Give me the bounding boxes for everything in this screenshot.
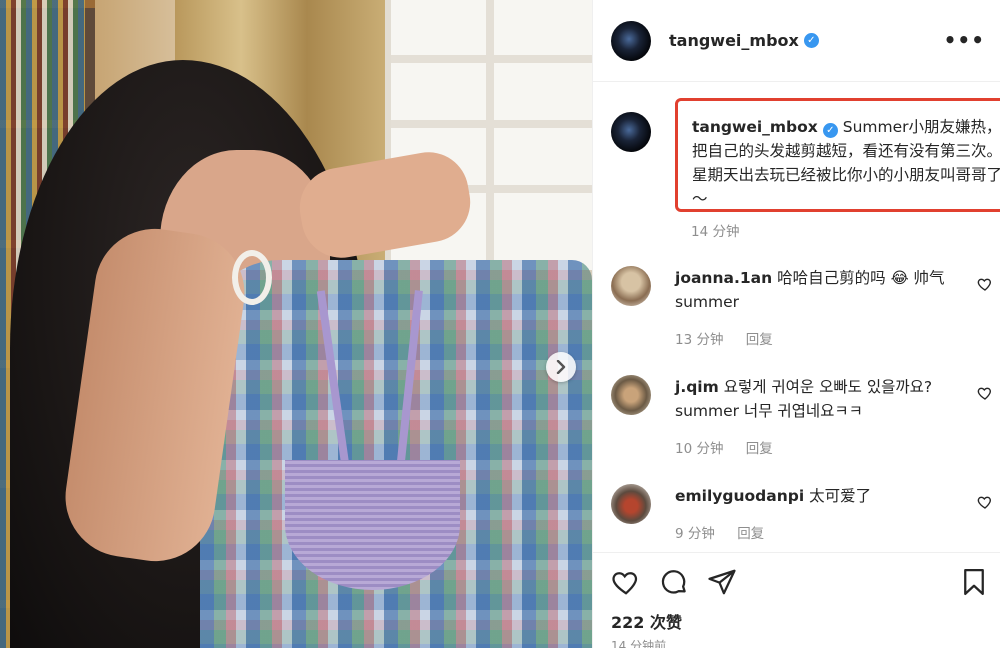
reply-button[interactable]: 回复 [746, 332, 773, 348]
commenter-avatar[interactable] [611, 375, 651, 415]
comment-meta: 13 分钟 回复 [675, 328, 791, 348]
comment-text: j.qim 요렇게 귀여운 오빠도 있을까요? summer 너무 귀엽네요ㅋㅋ [675, 375, 965, 423]
heart-icon[interactable] [611, 567, 641, 597]
caption-highlight-box: tangwei_mbox ✓ Summer小朋友嫌热，把自己的头发越剪越短，看还有… [675, 98, 1000, 212]
scissors [232, 250, 272, 305]
comment-meta: 9 分钟 回复 [675, 522, 782, 542]
caption-username[interactable]: tangwei_mbox [692, 118, 818, 136]
comment-body: 太可爱了 [809, 487, 872, 505]
post-header: tangwei_mbox ✓ ••• [593, 0, 1000, 82]
bookmark-button[interactable] [959, 567, 989, 601]
hanging-mask [285, 460, 460, 590]
header-username[interactable]: tangwei_mbox [669, 31, 799, 50]
like-count[interactable]: 222 次赞 [611, 609, 682, 633]
comment-username[interactable]: j.qim [675, 378, 719, 396]
comment-username[interactable]: emilyguodanpi [675, 487, 804, 505]
share-icon[interactable] [707, 567, 737, 597]
post-photo [0, 0, 592, 648]
caption-time: 14 分钟 [691, 224, 740, 240]
comment-icon[interactable] [659, 567, 689, 597]
like-comment-icon[interactable] [977, 494, 993, 510]
like-comment-icon[interactable] [977, 385, 993, 401]
caption-avatar[interactable] [611, 112, 651, 152]
action-bar: 222 次赞 14 分钟前 [593, 552, 1000, 648]
post-details-panel: tangwei_mbox ✓ ••• tangwei_mbox ✓ Summer小… [592, 0, 1000, 648]
comment-meta: 10 分钟 回复 [675, 437, 791, 457]
plaid-dress [200, 260, 592, 648]
comment-time: 13 分钟 [675, 332, 724, 348]
post-timestamp: 14 分钟前 [611, 639, 667, 648]
commenter-avatar[interactable] [611, 484, 651, 524]
commenter-avatar[interactable] [611, 266, 651, 306]
like-comment-icon[interactable] [977, 276, 993, 292]
next-photo-button[interactable] [546, 352, 576, 382]
reply-button[interactable]: 回复 [737, 526, 764, 542]
avatar[interactable] [611, 20, 651, 61]
verified-icon: ✓ [803, 33, 819, 48]
more-icon[interactable]: ••• [944, 28, 985, 52]
comment-text: emilyguodanpi 太可爱了 [675, 484, 965, 508]
chevron-right-icon [556, 360, 566, 374]
verified-icon: ✓ [822, 123, 838, 138]
reply-button[interactable]: 回复 [746, 441, 773, 457]
caption-text: tangwei_mbox ✓ Summer小朋友嫌热，把自己的头发越剪越短，看还有… [692, 115, 1000, 211]
comment-time: 9 分钟 [675, 526, 715, 542]
bookmark-icon [964, 569, 984, 595]
comment-username[interactable]: joanna.1an [675, 269, 772, 287]
comment-time: 10 分钟 [675, 441, 724, 457]
comment-text: joanna.1an 哈哈自己剪的吗 😂 帅气summer [675, 266, 965, 314]
